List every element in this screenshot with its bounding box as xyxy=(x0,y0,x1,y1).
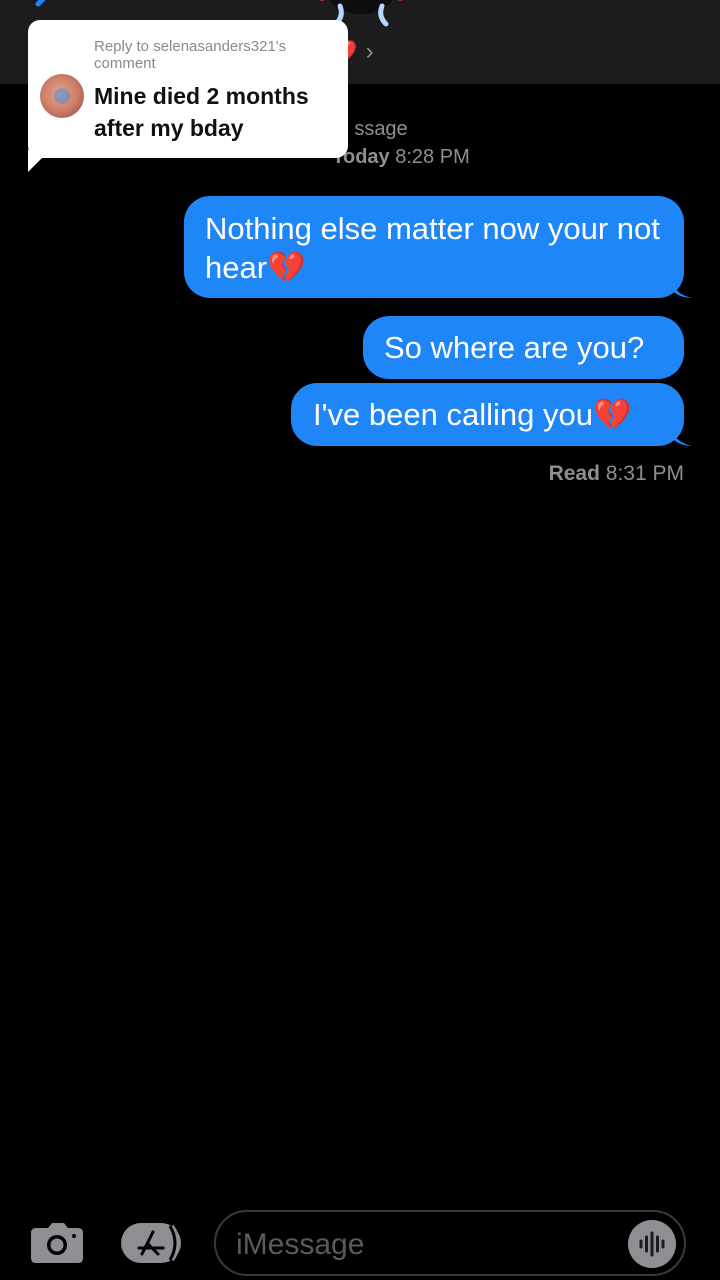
message-input-field[interactable] xyxy=(214,1210,686,1276)
sent-message-bubble[interactable]: Nothing else matter now your not hear💔 xyxy=(184,196,692,298)
sent-message-bubble[interactable]: I've been calling you💔 xyxy=(291,383,692,446)
bubble-tail xyxy=(670,426,692,446)
camera-icon[interactable] xyxy=(30,1222,84,1264)
video-camera-icon[interactable] xyxy=(622,0,672,10)
chevron-left-icon[interactable] xyxy=(30,0,58,18)
reply-comment-text: Mine died 2 months after my bday xyxy=(94,83,309,141)
app-store-icon[interactable] xyxy=(120,1222,186,1264)
audio-waveform-icon[interactable] xyxy=(628,1220,676,1268)
commenter-avatar xyxy=(40,74,84,118)
bubble-tail xyxy=(670,278,692,298)
reply-comment-card: Reply to selenasanders321's comment Mine… xyxy=(28,20,348,158)
reply-label: Reply to selenasanders321's comment xyxy=(94,38,287,72)
message-text: So where are you? xyxy=(384,330,645,365)
timestamp-time: 8:28 PM xyxy=(395,146,470,168)
message-text: Nothing else matter now your not hear💔 xyxy=(205,211,660,285)
message-text: I've been calling you💔 xyxy=(313,397,632,432)
read-receipt: Read 8:31 PM xyxy=(549,462,684,486)
chevron-right-icon: › xyxy=(365,38,374,65)
read-time: 8:31 PM xyxy=(605,462,684,485)
message-input[interactable] xyxy=(236,1225,616,1265)
read-label: Read xyxy=(548,462,600,485)
sent-message-bubble[interactable]: So where are you? xyxy=(363,316,684,379)
